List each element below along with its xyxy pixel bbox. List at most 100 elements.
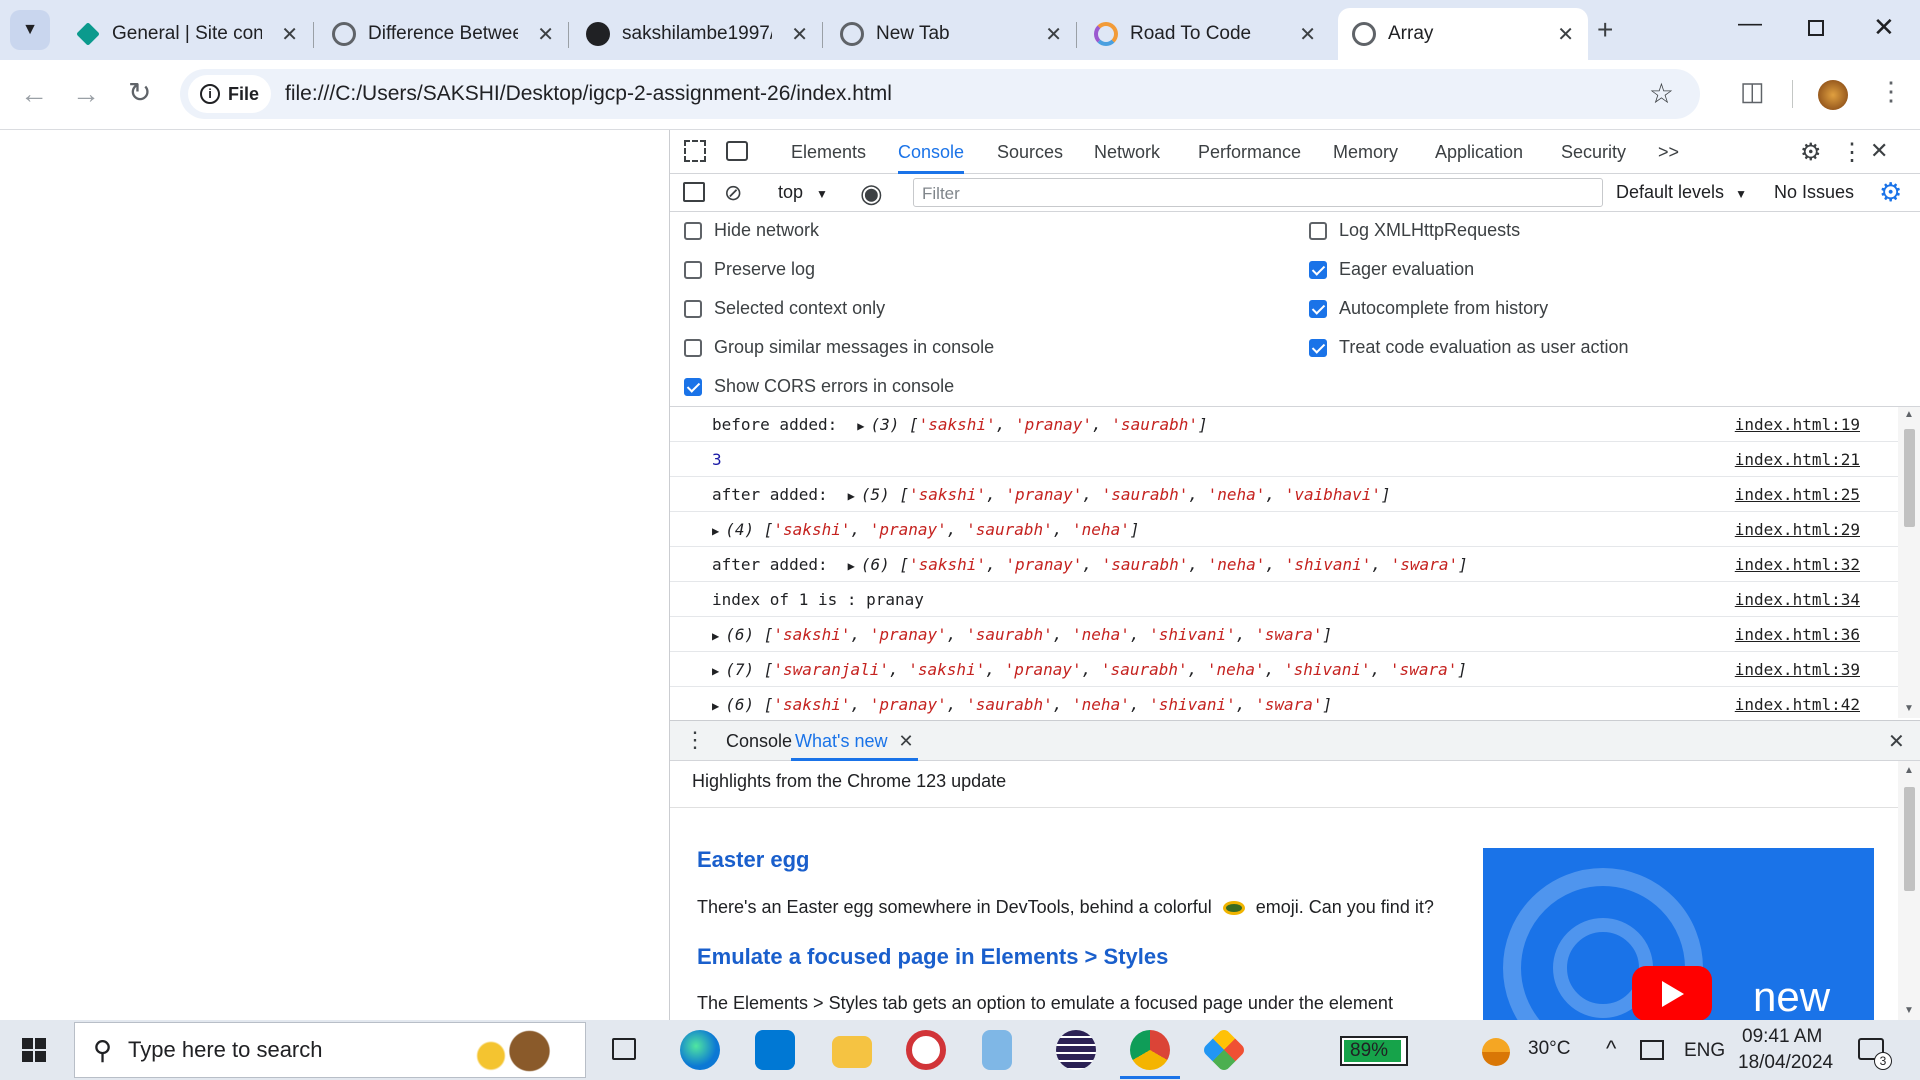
emulate-focused-heading-link[interactable]: Emulate a focused page in Elements > Sty…	[697, 944, 1168, 970]
console-settings-gear-icon[interactable]: ⚙	[1879, 177, 1902, 208]
scroll-down-icon[interactable]: ▼	[1904, 1005, 1914, 1016]
more-tabs-icon[interactable]: >>	[1658, 130, 1679, 174]
setting-selected-context-only[interactable]: Selected context only	[684, 298, 885, 319]
inspect-element-icon[interactable]	[684, 140, 706, 162]
forward-icon[interactable]: →	[72, 80, 100, 108]
array-preview[interactable]: (6) ['sakshi', 'pranay', 'saurabh', 'neh…	[725, 625, 1332, 644]
tab-search-button[interactable]: ▼	[10, 10, 50, 50]
weather-sun-icon[interactable]	[1482, 1038, 1510, 1066]
tab-console[interactable]: Console	[898, 130, 965, 174]
git-app-icon[interactable]	[1201, 1027, 1247, 1073]
setting-show-cors-errors[interactable]: Show CORS errors in console	[684, 376, 954, 397]
close-window-button[interactable]: ✕	[1873, 12, 1895, 43]
windows-start-icon[interactable]	[22, 1038, 46, 1062]
setting-eager-evaluation[interactable]: Eager evaluation	[1309, 259, 1474, 280]
network-icon[interactable]	[1640, 1040, 1664, 1060]
new-tab-button[interactable]: +	[1597, 14, 1613, 46]
close-tab-icon[interactable]: ✕	[281, 22, 298, 47]
chrome-icon[interactable]	[1130, 1030, 1170, 1070]
setting-autocomplete-history[interactable]: Autocomplete from history	[1309, 298, 1548, 319]
drawer-tab-whats-new[interactable]: What's new ✕	[791, 721, 918, 761]
clear-console-icon[interactable]: ⊘	[724, 180, 742, 206]
context-selector[interactable]: top ▼	[778, 182, 828, 203]
checkbox[interactable]	[1309, 221, 1327, 240]
clock-time[interactable]: 09:41 AM	[1742, 1026, 1822, 1048]
temperature[interactable]: 30°C	[1528, 1038, 1570, 1060]
play-button-icon[interactable]	[1632, 966, 1712, 1021]
issues-counter[interactable]: No Issues	[1774, 182, 1854, 203]
restore-button[interactable]	[1808, 20, 1824, 36]
tab-application[interactable]: Application	[1435, 130, 1523, 174]
tab-array[interactable]: Array ✕	[1338, 8, 1588, 60]
live-expression-eye-icon[interactable]: ◉	[860, 178, 883, 209]
array-preview[interactable]: (7) ['swaranjali', 'sakshi', 'pranay', '…	[725, 660, 1467, 679]
scroll-thumb[interactable]	[1904, 787, 1915, 891]
profile-avatar[interactable]	[1818, 80, 1848, 110]
url-text[interactable]: file:///C:/Users/SAKSHI/Desktop/igcp-2-a…	[285, 82, 892, 106]
tab-network[interactable]: Network	[1094, 130, 1160, 174]
setting-treat-as-user-action[interactable]: Treat code evaluation as user action	[1309, 337, 1629, 358]
task-view-icon[interactable]	[612, 1038, 636, 1060]
source-link[interactable]: index.html:39	[1735, 652, 1860, 687]
checkbox[interactable]	[684, 338, 702, 357]
array-preview[interactable]: (4) ['sakshi', 'pranay', 'saurabh', 'neh…	[725, 520, 1139, 539]
close-drawer-tab-icon[interactable]: ✕	[899, 731, 914, 751]
expand-triangle-icon[interactable]: ▶	[857, 419, 864, 433]
checkbox[interactable]	[684, 377, 702, 396]
scroll-up-icon[interactable]: ▲	[1904, 409, 1914, 420]
console-scrollbar[interactable]: ▲ ▼	[1898, 407, 1920, 718]
address-bar[interactable]: i File file:///C:/Users/SAKSHI/Desktop/i…	[180, 69, 1700, 119]
extensions-icon[interactable]: ◫	[1740, 78, 1765, 104]
log-levels-dropdown[interactable]: Default levels ▼	[1616, 182, 1747, 203]
setting-log-xhr[interactable]: Log XMLHttpRequests	[1309, 220, 1520, 241]
scroll-up-icon[interactable]: ▲	[1904, 765, 1914, 776]
tab-memory[interactable]: Memory	[1333, 130, 1398, 174]
setting-group-similar[interactable]: Group similar messages in console	[684, 337, 994, 358]
source-link[interactable]: index.html:21	[1735, 442, 1860, 477]
checkbox[interactable]	[1309, 260, 1327, 279]
close-devtools-icon[interactable]: ✕	[1870, 138, 1888, 164]
array-preview[interactable]: (5) ['sakshi', 'pranay', 'saurabh', 'neh…	[861, 485, 1391, 504]
tab-security[interactable]: Security	[1561, 130, 1626, 174]
source-link[interactable]: index.html:34	[1735, 582, 1860, 617]
clock-date[interactable]: 18/04/2024	[1738, 1052, 1833, 1074]
tab-new-tab[interactable]: New Tab ✕	[826, 8, 1076, 60]
tab-sources[interactable]: Sources	[997, 130, 1063, 174]
array-preview[interactable]: (6) ['sakshi', 'pranay', 'saurabh', 'neh…	[725, 695, 1332, 714]
vscode-icon[interactable]	[755, 1030, 795, 1070]
language-indicator[interactable]: ENG	[1684, 1040, 1725, 1062]
minimize-button[interactable]: —	[1738, 10, 1762, 38]
expand-triangle-icon[interactable]: ▶	[712, 699, 719, 713]
expand-triangle-icon[interactable]: ▶	[848, 489, 855, 503]
reload-icon[interactable]: ↻	[128, 79, 151, 107]
checkbox[interactable]	[684, 260, 702, 279]
tab-difference[interactable]: Difference Betwee ✕	[318, 8, 568, 60]
device-toolbar-icon[interactable]	[726, 141, 748, 161]
tab-general[interactable]: General | Site conf ✕	[62, 8, 312, 60]
source-link[interactable]: index.html:32	[1735, 547, 1860, 582]
close-tab-icon[interactable]: ✕	[1557, 22, 1574, 47]
source-link[interactable]: index.html:19	[1735, 407, 1860, 442]
source-link[interactable]: index.html:25	[1735, 477, 1860, 512]
easter-egg-heading-link[interactable]: Easter egg	[697, 847, 810, 873]
close-drawer-icon[interactable]: ✕	[1888, 729, 1905, 754]
drawer-menu-icon[interactable]: ⋮	[684, 727, 706, 753]
back-icon[interactable]: ←	[20, 80, 48, 108]
eclipse-icon[interactable]	[1056, 1030, 1096, 1070]
whats-new-video-thumbnail[interactable]: new	[1483, 848, 1874, 1021]
checkbox[interactable]	[1309, 299, 1327, 318]
array-preview[interactable]: (6) ['sakshi', 'pranay', 'saurabh', 'neh…	[861, 555, 1468, 574]
bookmark-star-icon[interactable]: ☆	[1649, 77, 1674, 110]
drawer-tab-console[interactable]: Console	[726, 731, 792, 752]
setting-hide-network[interactable]: Hide network	[684, 220, 819, 241]
expand-triangle-icon[interactable]: ▶	[848, 559, 855, 573]
site-info-chip[interactable]: i File	[188, 75, 272, 113]
expand-triangle-icon[interactable]: ▶	[712, 629, 719, 643]
scroll-thumb[interactable]	[1904, 429, 1915, 527]
screen-recorder-icon[interactable]	[906, 1030, 946, 1070]
checkbox[interactable]	[684, 299, 702, 318]
tab-elements[interactable]: Elements	[791, 130, 866, 174]
close-tab-icon[interactable]: ✕	[1045, 22, 1062, 47]
array-preview[interactable]: (3) ['sakshi', 'pranay', 'saurabh']	[870, 415, 1207, 434]
tab-github[interactable]: sakshilambe1997/i ✕	[572, 8, 822, 60]
